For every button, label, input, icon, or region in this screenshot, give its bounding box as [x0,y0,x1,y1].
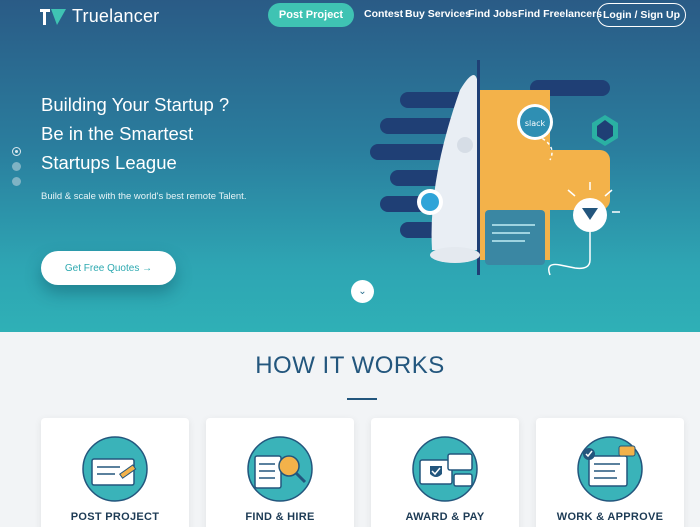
top-nav: Truelancer Post Project Contest Buy Serv… [0,0,700,30]
step-label: POST PROJECT [70,511,160,523]
how-it-works-title: HOW IT WORKS [255,352,445,379]
award-pay-icon [412,436,478,502]
nav-link-find-jobs[interactable]: Find Jobs [468,8,518,20]
nav-link-contest[interactable]: Contest [364,8,403,20]
slide-dot-3[interactable] [12,177,21,186]
hero-title-line-2: Be in the Smartest [41,123,194,144]
step-label: FIND & HIRE [245,511,315,523]
step-label: WORK & APPROVE [556,511,664,523]
post-project-button[interactable]: Post Project [268,3,354,27]
chevron-down-icon: ⌄ [358,286,367,297]
work-approve-icon [577,436,643,502]
hero-section: Truelancer Post Project Contest Buy Serv… [0,0,700,332]
scroll-down-button[interactable]: ⌄ [351,280,374,303]
hero-title-line-1: Building Your Startup ? [41,94,230,115]
find-hire-icon [247,436,313,502]
slack-badge-text: slack [525,119,546,128]
hero-title-line-3: Startups League [41,152,177,173]
title-underline [347,398,377,400]
logo[interactable]: Truelancer [40,6,159,27]
nav-link-find-freelancers[interactable]: Find Freelancers [518,8,602,20]
step-label: AWARD & PAY [405,511,485,523]
login-signup-button[interactable]: Login / Sign Up [597,3,686,27]
logo-text: Truelancer [72,6,160,26]
hero-title: Building Your Startup ? Be in the Smarte… [41,90,301,177]
step-card-work-approve[interactable]: WORK & APPROVE [536,418,684,527]
logo-icon [40,8,66,25]
get-free-quotes-button[interactable]: Get Free Quotes → [41,251,176,285]
post-project-icon [82,436,148,502]
step-card-find-hire[interactable]: FIND & HIRE [206,418,354,527]
slide-dot-2[interactable] [12,162,21,171]
hero-subtitle: Build & scale with the world's best remo… [41,191,247,202]
slide-dot-1[interactable] [12,147,21,156]
step-card-post-project[interactable]: POST PROJECT [41,418,189,527]
rocket-illustration: slack [370,60,620,276]
nav-link-buy-services[interactable]: Buy Services [405,8,471,20]
step-card-award-pay[interactable]: AWARD & PAY [371,418,519,527]
